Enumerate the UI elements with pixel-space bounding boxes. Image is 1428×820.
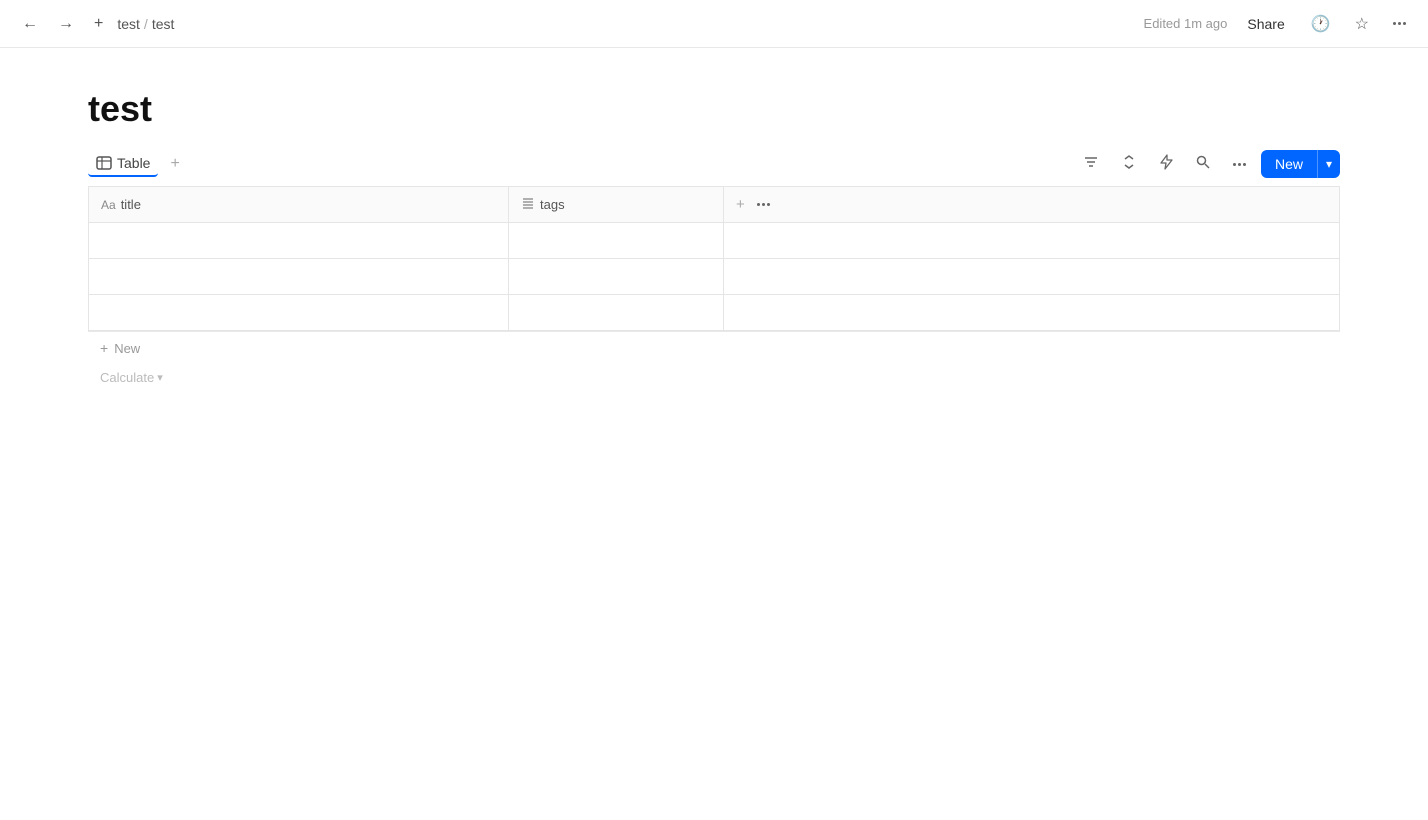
star-icon: ☆ [1355, 14, 1369, 34]
search-button[interactable] [1188, 150, 1218, 178]
new-button-group: New ▾ [1261, 150, 1340, 178]
new-tab-button[interactable]: + [88, 11, 109, 37]
title-col-label: title [121, 197, 141, 212]
title-col-type-icon: Aa [101, 198, 116, 212]
lightning-icon [1159, 154, 1173, 174]
table-row [89, 223, 1340, 259]
column-more-icon [757, 203, 770, 206]
calculate-label: Calculate [100, 370, 154, 385]
share-button[interactable]: Share [1239, 12, 1292, 36]
add-column-icon: + [736, 196, 745, 213]
add-view-button[interactable]: + [164, 153, 185, 175]
new-record-dropdown-button[interactable]: ▾ [1317, 150, 1340, 178]
more-icon [1233, 163, 1246, 166]
filter-icon [1083, 154, 1099, 174]
history-button[interactable]: 🕐 [1305, 10, 1337, 38]
row-tags-cell[interactable] [509, 223, 724, 259]
column-add-header[interactable]: + [724, 187, 1340, 223]
view-toolbar: Table + [88, 150, 1340, 182]
row-tags-cell[interactable] [509, 295, 724, 331]
table-icon [96, 155, 112, 171]
breadcrumb-item-1[interactable]: test [117, 16, 140, 32]
favorite-button[interactable]: ☆ [1349, 10, 1375, 38]
topbar: ← → + test / test Edited 1m ago Share 🕐 … [0, 0, 1428, 48]
row-extra-cell [724, 223, 1340, 259]
tags-col-type-icon [521, 196, 535, 213]
history-icon: 🕐 [1311, 14, 1331, 34]
row-title-cell[interactable] [89, 259, 509, 295]
sort-button[interactable] [1114, 150, 1144, 178]
table-row [89, 295, 1340, 331]
table-view-tab[interactable]: Table [88, 151, 158, 177]
forward-button[interactable]: → [52, 11, 80, 37]
view-toolbar-left: Table + [88, 151, 186, 177]
column-title-header[interactable]: Aa title [89, 187, 509, 223]
row-title-cell[interactable] [89, 223, 509, 259]
calculate-row[interactable]: Calculate ▾ [88, 364, 508, 391]
toolbar-more-button[interactable] [1226, 159, 1253, 170]
new-record-button[interactable]: New [1261, 150, 1317, 178]
edited-timestamp: Edited 1m ago [1144, 16, 1228, 31]
tags-col-label: tags [540, 197, 565, 212]
filter-button[interactable] [1076, 150, 1106, 178]
search-icon [1195, 154, 1211, 174]
row-title-cell[interactable] [89, 295, 509, 331]
add-new-row-label: New [114, 341, 140, 356]
add-new-row[interactable]: + New [88, 331, 1340, 364]
column-tags-header[interactable]: tags [509, 187, 724, 223]
topbar-left: ← → + test / test [16, 11, 174, 37]
table-row [89, 259, 1340, 295]
view-toolbar-right: New ▾ [1076, 150, 1340, 178]
back-button[interactable]: ← [16, 11, 44, 37]
database-table: Aa title tag [88, 186, 1340, 331]
topbar-right: Edited 1m ago Share 🕐 ☆ [1144, 10, 1412, 38]
add-new-row-icon: + [100, 340, 108, 356]
automation-button[interactable] [1152, 150, 1180, 178]
more-icon [1393, 22, 1406, 25]
breadcrumb: test / test [117, 16, 174, 32]
more-options-button[interactable] [1387, 18, 1412, 29]
calculate-chevron-icon: ▾ [157, 371, 163, 384]
sort-icon [1121, 154, 1137, 174]
page-content: test Table + [0, 48, 1428, 431]
breadcrumb-separator: / [144, 16, 148, 32]
row-extra-cell [724, 259, 1340, 295]
breadcrumb-item-2[interactable]: test [152, 16, 175, 32]
row-extra-cell [724, 295, 1340, 331]
chevron-down-icon: ▾ [1326, 157, 1332, 171]
page-title: test [88, 88, 1340, 130]
table-view-label: Table [117, 155, 150, 171]
row-tags-cell[interactable] [509, 259, 724, 295]
